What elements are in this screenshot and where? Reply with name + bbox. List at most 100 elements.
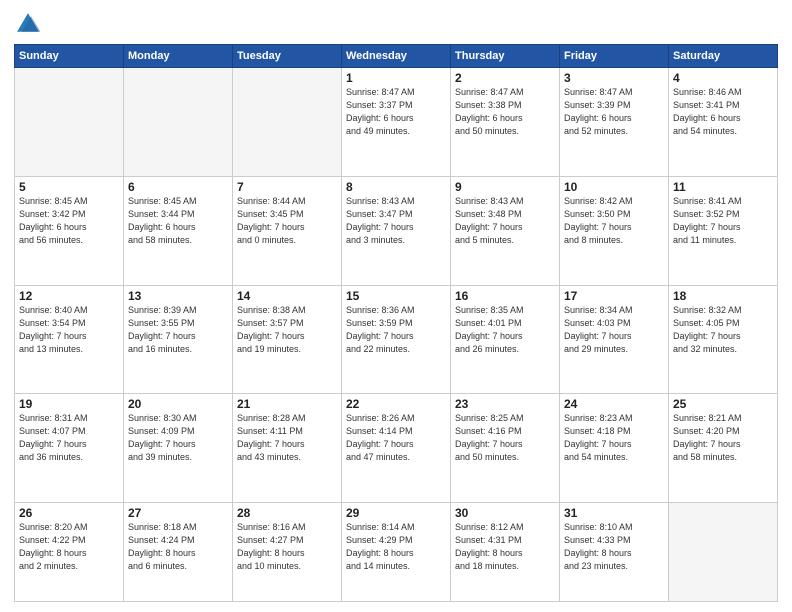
calendar-cell: 20Sunrise: 8:30 AMSunset: 4:09 PMDayligh… [124,394,233,503]
calendar-cell: 24Sunrise: 8:23 AMSunset: 4:18 PMDayligh… [560,394,669,503]
calendar-cell: 2Sunrise: 8:47 AMSunset: 3:38 PMDaylight… [451,68,560,177]
day-info: Sunrise: 8:46 AMSunset: 3:41 PMDaylight:… [673,86,773,138]
calendar-cell [233,68,342,177]
day-number: 13 [128,289,228,303]
day-info: Sunrise: 8:44 AMSunset: 3:45 PMDaylight:… [237,195,337,247]
day-number: 24 [564,397,664,411]
day-info: Sunrise: 8:47 AMSunset: 3:37 PMDaylight:… [346,86,446,138]
day-info: Sunrise: 8:34 AMSunset: 4:03 PMDaylight:… [564,304,664,356]
page: SundayMondayTuesdayWednesdayThursdayFrid… [0,0,792,612]
day-number: 27 [128,506,228,520]
calendar-cell: 29Sunrise: 8:14 AMSunset: 4:29 PMDayligh… [342,503,451,602]
day-info: Sunrise: 8:18 AMSunset: 4:24 PMDaylight:… [128,521,228,573]
calendar-cell: 31Sunrise: 8:10 AMSunset: 4:33 PMDayligh… [560,503,669,602]
day-info: Sunrise: 8:28 AMSunset: 4:11 PMDaylight:… [237,412,337,464]
calendar-cell: 7Sunrise: 8:44 AMSunset: 3:45 PMDaylight… [233,176,342,285]
calendar-cell: 27Sunrise: 8:18 AMSunset: 4:24 PMDayligh… [124,503,233,602]
calendar-cell: 10Sunrise: 8:42 AMSunset: 3:50 PMDayligh… [560,176,669,285]
day-number: 18 [673,289,773,303]
day-info: Sunrise: 8:35 AMSunset: 4:01 PMDaylight:… [455,304,555,356]
day-info: Sunrise: 8:25 AMSunset: 4:16 PMDaylight:… [455,412,555,464]
day-number: 14 [237,289,337,303]
calendar-cell: 16Sunrise: 8:35 AMSunset: 4:01 PMDayligh… [451,285,560,394]
day-number: 2 [455,71,555,85]
calendar-cell: 9Sunrise: 8:43 AMSunset: 3:48 PMDaylight… [451,176,560,285]
weekday-header-sunday: Sunday [15,45,124,68]
calendar-cell: 5Sunrise: 8:45 AMSunset: 3:42 PMDaylight… [15,176,124,285]
calendar-cell: 4Sunrise: 8:46 AMSunset: 3:41 PMDaylight… [669,68,778,177]
day-info: Sunrise: 8:36 AMSunset: 3:59 PMDaylight:… [346,304,446,356]
day-number: 22 [346,397,446,411]
day-info: Sunrise: 8:16 AMSunset: 4:27 PMDaylight:… [237,521,337,573]
day-number: 15 [346,289,446,303]
day-info: Sunrise: 8:30 AMSunset: 4:09 PMDaylight:… [128,412,228,464]
day-number: 25 [673,397,773,411]
calendar-cell: 1Sunrise: 8:47 AMSunset: 3:37 PMDaylight… [342,68,451,177]
day-number: 21 [237,397,337,411]
day-info: Sunrise: 8:39 AMSunset: 3:55 PMDaylight:… [128,304,228,356]
day-number: 23 [455,397,555,411]
day-number: 17 [564,289,664,303]
day-info: Sunrise: 8:40 AMSunset: 3:54 PMDaylight:… [19,304,119,356]
weekday-header-row: SundayMondayTuesdayWednesdayThursdayFrid… [15,45,778,68]
calendar-cell: 15Sunrise: 8:36 AMSunset: 3:59 PMDayligh… [342,285,451,394]
calendar-cell: 6Sunrise: 8:45 AMSunset: 3:44 PMDaylight… [124,176,233,285]
day-number: 6 [128,180,228,194]
day-number: 3 [564,71,664,85]
calendar-table: SundayMondayTuesdayWednesdayThursdayFrid… [14,44,778,602]
calendar-cell [124,68,233,177]
day-number: 8 [346,180,446,194]
day-info: Sunrise: 8:32 AMSunset: 4:05 PMDaylight:… [673,304,773,356]
day-info: Sunrise: 8:41 AMSunset: 3:52 PMDaylight:… [673,195,773,247]
weekday-header-saturday: Saturday [669,45,778,68]
weekday-header-tuesday: Tuesday [233,45,342,68]
logo [14,10,46,38]
day-info: Sunrise: 8:38 AMSunset: 3:57 PMDaylight:… [237,304,337,356]
weekday-header-friday: Friday [560,45,669,68]
week-row-4: 19Sunrise: 8:31 AMSunset: 4:07 PMDayligh… [15,394,778,503]
calendar-cell [15,68,124,177]
day-info: Sunrise: 8:47 AMSunset: 3:39 PMDaylight:… [564,86,664,138]
calendar-cell: 23Sunrise: 8:25 AMSunset: 4:16 PMDayligh… [451,394,560,503]
day-number: 7 [237,180,337,194]
day-info: Sunrise: 8:31 AMSunset: 4:07 PMDaylight:… [19,412,119,464]
day-info: Sunrise: 8:12 AMSunset: 4:31 PMDaylight:… [455,521,555,573]
calendar-cell: 12Sunrise: 8:40 AMSunset: 3:54 PMDayligh… [15,285,124,394]
calendar-cell: 28Sunrise: 8:16 AMSunset: 4:27 PMDayligh… [233,503,342,602]
calendar-cell: 25Sunrise: 8:21 AMSunset: 4:20 PMDayligh… [669,394,778,503]
day-number: 11 [673,180,773,194]
day-info: Sunrise: 8:45 AMSunset: 3:44 PMDaylight:… [128,195,228,247]
calendar-cell: 21Sunrise: 8:28 AMSunset: 4:11 PMDayligh… [233,394,342,503]
day-number: 19 [19,397,119,411]
calendar-cell: 26Sunrise: 8:20 AMSunset: 4:22 PMDayligh… [15,503,124,602]
day-number: 28 [237,506,337,520]
calendar-cell: 22Sunrise: 8:26 AMSunset: 4:14 PMDayligh… [342,394,451,503]
day-number: 1 [346,71,446,85]
day-number: 5 [19,180,119,194]
day-number: 12 [19,289,119,303]
day-info: Sunrise: 8:42 AMSunset: 3:50 PMDaylight:… [564,195,664,247]
weekday-header-wednesday: Wednesday [342,45,451,68]
day-number: 10 [564,180,664,194]
day-info: Sunrise: 8:43 AMSunset: 3:48 PMDaylight:… [455,195,555,247]
day-number: 16 [455,289,555,303]
calendar-cell: 30Sunrise: 8:12 AMSunset: 4:31 PMDayligh… [451,503,560,602]
week-row-5: 26Sunrise: 8:20 AMSunset: 4:22 PMDayligh… [15,503,778,602]
day-info: Sunrise: 8:21 AMSunset: 4:20 PMDaylight:… [673,412,773,464]
day-number: 31 [564,506,664,520]
calendar-cell: 14Sunrise: 8:38 AMSunset: 3:57 PMDayligh… [233,285,342,394]
week-row-1: 1Sunrise: 8:47 AMSunset: 3:37 PMDaylight… [15,68,778,177]
day-info: Sunrise: 8:45 AMSunset: 3:42 PMDaylight:… [19,195,119,247]
week-row-3: 12Sunrise: 8:40 AMSunset: 3:54 PMDayligh… [15,285,778,394]
calendar-cell: 13Sunrise: 8:39 AMSunset: 3:55 PMDayligh… [124,285,233,394]
day-info: Sunrise: 8:47 AMSunset: 3:38 PMDaylight:… [455,86,555,138]
day-number: 26 [19,506,119,520]
day-number: 20 [128,397,228,411]
day-info: Sunrise: 8:20 AMSunset: 4:22 PMDaylight:… [19,521,119,573]
calendar-cell: 19Sunrise: 8:31 AMSunset: 4:07 PMDayligh… [15,394,124,503]
day-number: 4 [673,71,773,85]
day-number: 30 [455,506,555,520]
calendar-cell: 11Sunrise: 8:41 AMSunset: 3:52 PMDayligh… [669,176,778,285]
calendar-cell: 8Sunrise: 8:43 AMSunset: 3:47 PMDaylight… [342,176,451,285]
calendar-cell [669,503,778,602]
